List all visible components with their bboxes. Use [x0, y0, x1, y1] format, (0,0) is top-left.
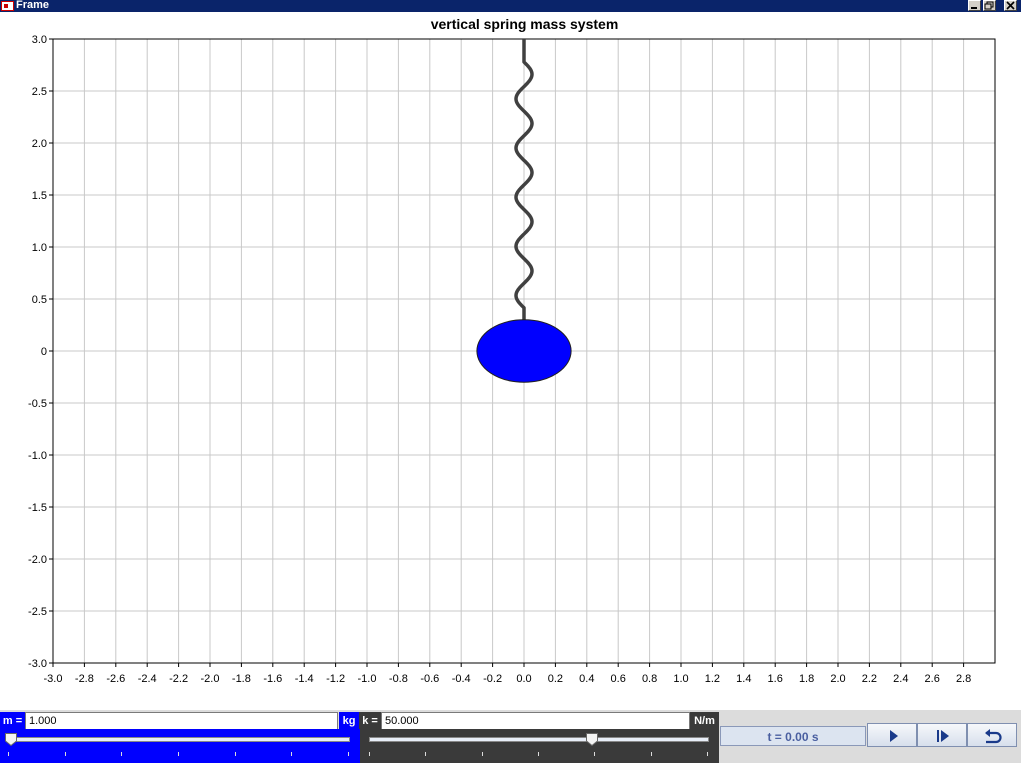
x-tick-label: -1.2 [326, 673, 345, 685]
slider-tick [594, 752, 596, 756]
y-tick-label: 3.0 [32, 34, 47, 46]
slider-tick [425, 752, 427, 756]
x-tick-label: 2.0 [830, 673, 845, 685]
mass-label: m = [0, 712, 25, 730]
x-tick-label: -0.4 [452, 673, 471, 685]
step-forward-button[interactable] [917, 723, 967, 747]
k-input[interactable]: 50.000 [381, 712, 690, 730]
x-tick-label: -3.0 [44, 673, 63, 685]
plot-area[interactable]: vertical spring mass system 3.0 2.5 2.0 1.5… [0, 12, 1021, 708]
x-tick-label: 0.4 [579, 673, 594, 685]
maximize-icon[interactable] [983, 0, 996, 11]
y-tick-label: 0.5 [32, 294, 47, 306]
slider-tick [481, 752, 483, 756]
java-app-icon [1, 1, 14, 11]
y-tick-label: 2.0 [32, 138, 47, 150]
x-tick-label: 0.6 [611, 673, 626, 685]
x-tick-label: 1.0 [673, 673, 688, 685]
play-button[interactable] [867, 723, 917, 747]
x-tick-label: -2.6 [106, 673, 125, 685]
x-tick-label: -1.0 [358, 673, 377, 685]
x-tick-label: -0.8 [389, 673, 408, 685]
y-tick-label: -0.5 [28, 398, 47, 410]
x-tick-label: -1.4 [295, 673, 314, 685]
slider-tick [538, 752, 539, 756]
y-tick-label: -2.5 [28, 606, 47, 618]
x-tick-label: -1.8 [232, 673, 251, 685]
slider-tick [369, 752, 370, 756]
step-forward-icon [937, 730, 949, 742]
y-tick-label: 0 [41, 346, 47, 358]
y-tick-label: 1.5 [32, 190, 47, 202]
window-title-bar: Frame [0, 0, 1021, 12]
x-tick-label: -2.0 [201, 673, 220, 685]
k-label: k = [359, 712, 381, 730]
x-tick-label: 1.8 [799, 673, 814, 685]
y-axis: 3.0 2.5 2.0 1.5 1.0 0.5 0 -0.5 -1.0 -1.5 -2.0 -2.5 -… [28, 34, 53, 670]
slider-tick [650, 752, 652, 756]
x-tick-label: 2.8 [956, 673, 971, 685]
x-tick-label: 2.2 [862, 673, 877, 685]
reset-button[interactable] [967, 723, 1017, 747]
x-tick-label: 2.4 [893, 673, 908, 685]
x-tick-label: -0.6 [420, 673, 439, 685]
slider-tick [64, 752, 66, 756]
time-display: t = 0.00 s [720, 726, 866, 746]
minimize-icon[interactable] [968, 0, 981, 11]
slider-tick [121, 752, 123, 756]
slider-tick [348, 752, 349, 756]
x-tick-label: -1.6 [263, 673, 282, 685]
window-title: Frame [16, 0, 50, 11]
mass-slider-track [8, 737, 350, 742]
play-icon [890, 730, 898, 742]
slider-tick [707, 752, 708, 756]
mass-input[interactable]: 1.000 [25, 712, 338, 730]
y-tick-label: -3.0 [28, 658, 47, 670]
slider-tick [291, 752, 293, 756]
x-tick-label: 1.2 [705, 673, 720, 685]
slider-tick [178, 752, 179, 756]
x-tick-label: 0.0 [516, 673, 531, 685]
x-tick-label: -2.8 [75, 673, 94, 685]
x-tick-label: 1.4 [736, 673, 751, 685]
x-tick-label: -0.2 [483, 673, 502, 685]
y-tick-label: -2.0 [28, 554, 47, 566]
k-slider-track [369, 737, 709, 742]
slider-tick [8, 752, 9, 756]
mass-slider-thumb[interactable] [5, 733, 17, 746]
x-tick-label: -2.2 [169, 673, 188, 685]
y-tick-label: 1.0 [32, 242, 47, 254]
y-tick-label: -1.0 [28, 450, 47, 462]
close-icon[interactable] [1004, 0, 1017, 11]
x-tick-label: 1.6 [768, 673, 783, 685]
x-tick-label: 2.6 [925, 673, 940, 685]
k-unit-label: N/m [690, 712, 719, 730]
k-slider[interactable] [360, 729, 719, 763]
y-tick-label: -1.5 [28, 502, 47, 514]
y-tick-label: 2.5 [32, 86, 47, 98]
x-tick-label: 0.8 [642, 673, 657, 685]
k-slider-thumb[interactable] [586, 733, 599, 746]
x-tick-label: -2.4 [138, 673, 157, 685]
mass-ellipse[interactable] [476, 319, 572, 383]
mass-unit-label: kg [339, 712, 359, 730]
reset-icon [985, 729, 1002, 744]
x-axis: -3.0 -2.8 -2.6 -2.4 -2.2 -2.0 -1.8 -1.6 -1.4 -1.2… [44, 663, 971, 685]
mass-slider[interactable] [0, 729, 360, 763]
slider-tick [234, 752, 236, 756]
chart-title: vertical spring mass system [431, 16, 619, 32]
x-tick-label: 0.2 [548, 673, 563, 685]
